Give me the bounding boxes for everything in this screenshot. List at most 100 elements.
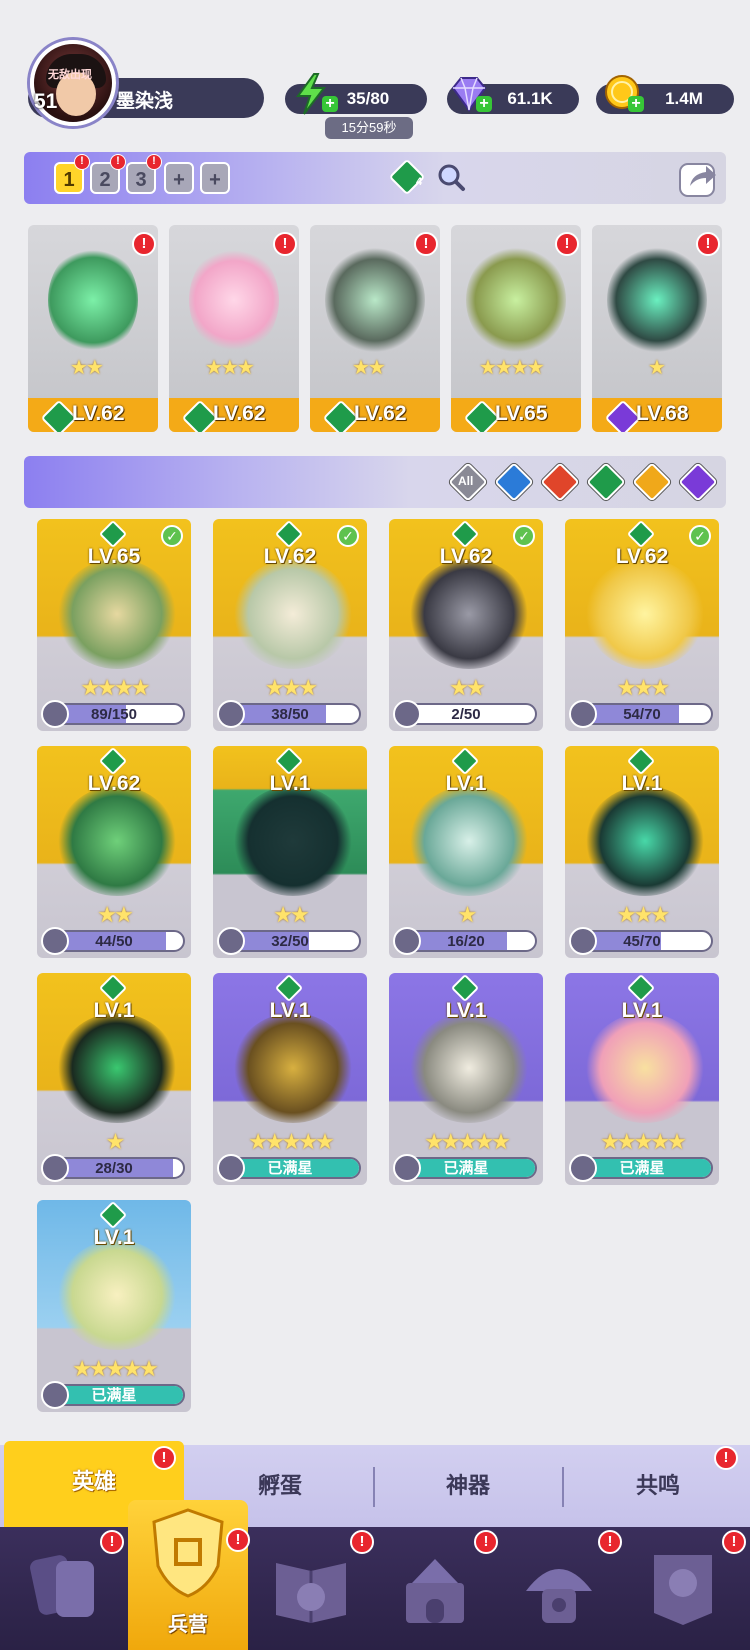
- team-slot-4[interactable]: ★★★★ LV.65: [451, 225, 581, 432]
- team-slot-3-alert-icon: !: [414, 232, 438, 256]
- player-name: 墨染浅: [116, 91, 174, 112]
- nature-element-icon: [450, 519, 480, 549]
- hero-art: [585, 786, 705, 896]
- hero-card-1[interactable]: ✓ LV.65 ★★★★ 89/150: [37, 519, 191, 731]
- shard-icon: [393, 927, 421, 955]
- team-tab-add-1[interactable]: +: [164, 162, 194, 194]
- team-level: LV.65: [495, 402, 548, 425]
- element-filter-bar: All: [24, 456, 726, 508]
- team-level: LV.62: [72, 402, 125, 425]
- hero-level: LV.1: [445, 999, 487, 1022]
- team-slot-4-alert-icon: !: [555, 232, 579, 256]
- hero-art: [233, 559, 353, 669]
- avatar-caption: 无敌出现: [48, 69, 92, 81]
- hero-level: LV.1: [269, 772, 311, 795]
- hero-stars: ★★★: [264, 675, 318, 700]
- hero-stars: ★★★★: [80, 675, 151, 700]
- hero-stars: ★★: [97, 902, 133, 927]
- team-level: LV.62: [213, 402, 266, 425]
- hero-card-3[interactable]: ✓ LV.62 ★★ 2/50: [389, 519, 543, 731]
- energy-plus-icon[interactable]: +: [322, 96, 338, 112]
- nature-element-icon: [98, 1200, 128, 1230]
- gems-plus-icon[interactable]: +: [476, 96, 492, 112]
- hero-card-11[interactable]: LV.1 ★★★★★ 已满星: [389, 973, 543, 1185]
- nature-element-icon: [274, 519, 304, 549]
- magnifier-icon[interactable]: [436, 162, 466, 192]
- filter-light-icon[interactable]: [632, 462, 672, 502]
- shard-icon: [41, 700, 69, 728]
- hero-stars: ★★: [449, 675, 485, 700]
- filter-all-label: All: [457, 474, 474, 489]
- shard-icon: [217, 1154, 245, 1182]
- hero-card-2[interactable]: ✓ LV.62 ★★★ 38/50: [213, 519, 367, 731]
- team-slot-5-alert-icon: !: [696, 232, 720, 256]
- team-tab-1-alert-icon: !: [74, 154, 90, 170]
- hero-card-10[interactable]: LV.1 ★★★★★ 已满星: [213, 973, 367, 1185]
- nav-guild[interactable]: [514, 1543, 604, 1633]
- team-slot-3[interactable]: ★★ LV.62: [310, 225, 440, 432]
- hero-card-8[interactable]: LV.1 ★★★ 45/70: [565, 746, 719, 958]
- hero-stars: ★★★★★: [600, 1129, 687, 1154]
- share-icon[interactable]: [676, 156, 720, 200]
- nav-shop[interactable]: [638, 1543, 728, 1633]
- nav-cards[interactable]: [20, 1543, 110, 1633]
- nature-element-icon: [626, 973, 656, 1003]
- hero-art: [409, 1013, 529, 1123]
- hero-art: [57, 1240, 177, 1350]
- hero-stars: ★★★★★: [248, 1129, 335, 1154]
- hero-art: [57, 1013, 177, 1123]
- in-team-check-icon: ✓: [689, 525, 711, 547]
- shard-icon: [393, 700, 421, 728]
- nature-gem-count: 4: [416, 176, 423, 188]
- team-slot-2[interactable]: ★★★ LV.62: [169, 225, 299, 432]
- hero-card-7[interactable]: LV.1 ★ 16/20: [389, 746, 543, 958]
- team-level: LV.62: [354, 402, 407, 425]
- filter-dark-icon[interactable]: [678, 462, 718, 502]
- quest-book-icon: [276, 1563, 346, 1623]
- tab-divider: [562, 1467, 564, 1507]
- hero-level: LV.62: [615, 545, 669, 568]
- hero-art: [607, 245, 707, 355]
- player-level: 51: [34, 90, 58, 113]
- tab-divider: [373, 1467, 375, 1507]
- nav-barracks-alert-icon: !: [226, 1528, 250, 1552]
- nav-cards-alert-icon: !: [100, 1530, 124, 1554]
- hero-card-9[interactable]: LV.1 ★ 28/30: [37, 973, 191, 1185]
- nav-quests[interactable]: [266, 1543, 356, 1633]
- hero-art: [585, 1013, 705, 1123]
- filter-fire-icon[interactable]: [540, 462, 580, 502]
- nav-guild-alert-icon: !: [598, 1530, 622, 1554]
- nav-castle[interactable]: [390, 1543, 480, 1633]
- filter-all-icon[interactable]: All: [448, 462, 488, 502]
- filter-water-icon[interactable]: [494, 462, 534, 502]
- hero-card-6[interactable]: LV.1 ★★ 32/50: [213, 746, 367, 958]
- hero-art: [466, 245, 566, 355]
- team-stars: ★★: [352, 357, 386, 379]
- hero-level: LV.1: [621, 999, 663, 1022]
- shield-icon: [152, 1508, 224, 1598]
- shard-icon: [41, 927, 69, 955]
- nav-castle-alert-icon: !: [474, 1530, 498, 1554]
- filter-nature-icon[interactable]: [586, 462, 626, 502]
- shard-icon: [41, 1381, 69, 1409]
- mushroom-house-icon: [526, 1569, 592, 1623]
- hero-card-4[interactable]: ✓ LV.62 ★★★ 54/70: [565, 519, 719, 731]
- hero-stars: ★: [105, 1129, 126, 1154]
- nature-element-icon: [274, 973, 304, 1003]
- team-stars: ★★★: [205, 357, 255, 379]
- team-slot-1[interactable]: ★★ LV.62: [28, 225, 158, 432]
- shard-icon: [41, 1154, 69, 1182]
- hero-card-12[interactable]: LV.1 ★★★★★ 已满星: [565, 973, 719, 1185]
- hero-art: [48, 245, 138, 355]
- hero-art: [57, 786, 177, 896]
- team-tab-add-2[interactable]: +: [200, 162, 230, 194]
- team-level: LV.68: [636, 402, 689, 425]
- shard-icon: [217, 700, 245, 728]
- hero-card-13[interactable]: LV.1 ★★★★★ 已满星: [37, 1200, 191, 1412]
- hero-card-5[interactable]: LV.62 ★★ 44/50: [37, 746, 191, 958]
- in-team-check-icon: ✓: [337, 525, 359, 547]
- gold-plus-icon[interactable]: +: [628, 96, 644, 112]
- hero-stars: ★★★★★: [424, 1129, 511, 1154]
- tab-artifacts[interactable]: 神器: [376, 1445, 560, 1527]
- team-slot-5[interactable]: ★ LV.68: [592, 225, 722, 432]
